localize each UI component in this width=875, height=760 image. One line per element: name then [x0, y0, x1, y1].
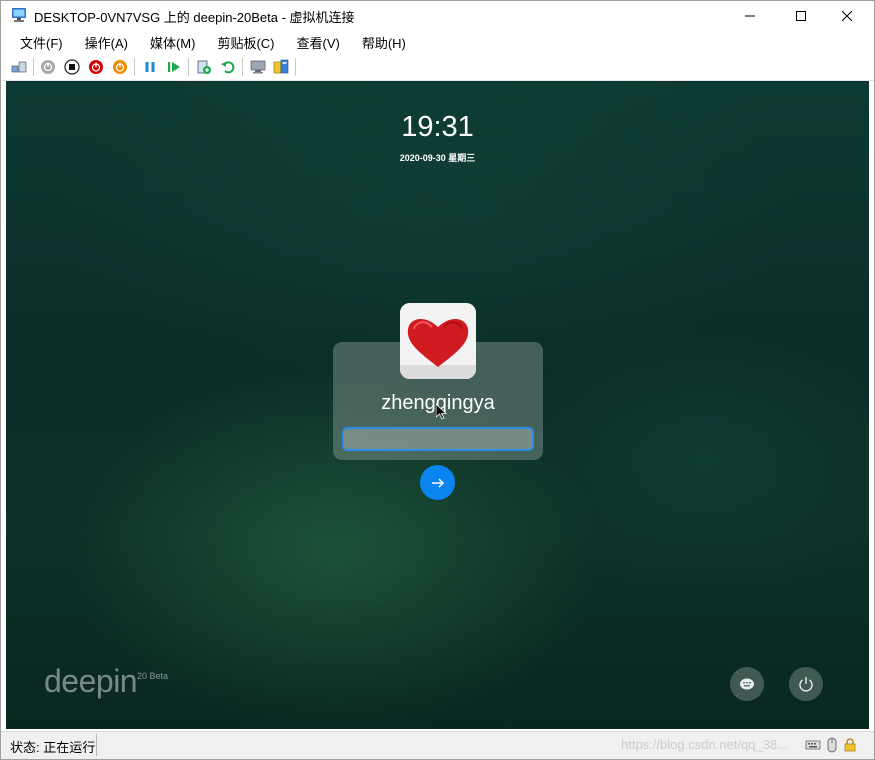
- arrow-right-icon: [431, 477, 444, 488]
- window-title: DESKTOP-0VN7VSG 上的 deepin-20Beta - 虚拟机连接: [34, 10, 355, 25]
- clock-date: 2020-09-30 星期三: [399, 153, 476, 163]
- vm-connection-window: DESKTOP-0VN7VSG 上的 deepin-20Beta - 虚拟机连接…: [0, 0, 875, 760]
- toolbar: [1, 53, 874, 81]
- maximize-button[interactable]: [778, 1, 824, 30]
- close-button[interactable]: [824, 1, 870, 30]
- toolbar-separator: [134, 58, 135, 76]
- user-avatar[interactable]: [400, 303, 476, 379]
- mouse-cursor-icon: [435, 403, 448, 425]
- menu-media[interactable]: 媒体(M): [139, 30, 207, 52]
- deepin-logo: deepin: [44, 663, 138, 699]
- menu-action[interactable]: 操作(A): [74, 30, 139, 52]
- enhanced-session-icon[interactable]: [249, 58, 267, 76]
- status-separator: [96, 734, 97, 756]
- toolbar-separator: [33, 58, 34, 76]
- deepin-version: 20 Beta: [137, 671, 169, 681]
- keyboard-icon: [740, 678, 754, 690]
- menu-file[interactable]: 文件(F): [1, 30, 74, 52]
- status-text: 状态: 正在运行: [10, 740, 96, 755]
- share-icon[interactable]: [272, 58, 290, 76]
- login-button[interactable]: [420, 465, 455, 500]
- save-icon[interactable]: [111, 58, 129, 76]
- resume-icon[interactable]: [165, 58, 183, 76]
- menu-clipboard[interactable]: 剪贴板(C): [206, 30, 285, 52]
- mouse-status-icon: [824, 737, 840, 753]
- menu-view[interactable]: 查看(V): [286, 30, 351, 52]
- watermark-text: https://blog.csdn.net/qq_38...: [621, 737, 788, 752]
- menu-bar: 文件(F) 操作(A) 媒体(M) 剪贴板(C) 查看(V) 帮助(H): [1, 30, 874, 52]
- clock-time: 19:31: [401, 111, 474, 143]
- power-button[interactable]: [789, 667, 823, 701]
- keyboard-status-icon: [805, 737, 821, 753]
- ctrl-alt-del-icon[interactable]: [10, 58, 28, 76]
- vm-connection-icon: [11, 7, 27, 23]
- turn-off-icon[interactable]: [63, 58, 81, 76]
- lock-status-icon: [842, 737, 858, 753]
- pause-icon[interactable]: [141, 58, 159, 76]
- toolbar-separator: [295, 58, 296, 76]
- checkpoint-icon[interactable]: [195, 58, 213, 76]
- title-bar[interactable]: DESKTOP-0VN7VSG 上的 deepin-20Beta - 虚拟机连接: [1, 1, 874, 30]
- status-bar: 状态: 正在运行 https://blog.csdn.net/qq_38...: [1, 731, 874, 759]
- keyboard-layout-button[interactable]: [730, 667, 764, 701]
- menu-help[interactable]: 帮助(H): [351, 30, 417, 52]
- toolbar-separator: [188, 58, 189, 76]
- revert-icon[interactable]: [219, 58, 237, 76]
- vm-display[interactable]: 19:31 2020-09-30 星期三 zhengqingya deepin …: [6, 81, 869, 729]
- shut-down-icon[interactable]: [87, 58, 105, 76]
- toolbar-separator: [242, 58, 243, 76]
- start-icon[interactable]: [39, 58, 57, 76]
- power-icon: [799, 677, 813, 692]
- minimize-button[interactable]: [727, 1, 773, 30]
- password-input[interactable]: [342, 427, 534, 451]
